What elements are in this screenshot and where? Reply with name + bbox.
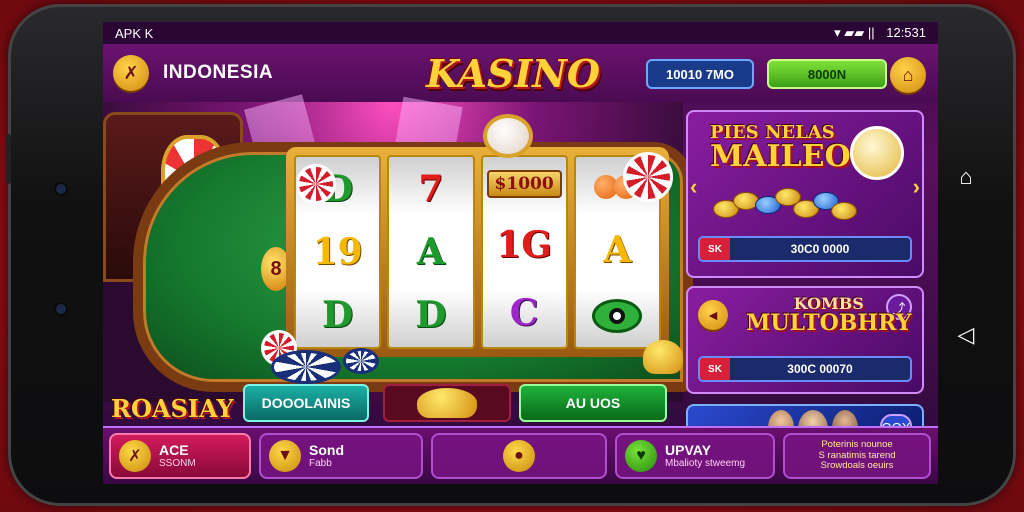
status-bar: APK K ▾ ▰▰ || 12:531 xyxy=(103,22,938,44)
promo-amount: 30C0 0000 xyxy=(790,242,850,256)
reel-symbol: 7 xyxy=(418,167,444,210)
download-button[interactable]: DOOOLAINIS xyxy=(243,384,369,422)
game-screen: APK K ▾ ▰▰ || 12:531 ✗ INDONESIA KASINO … xyxy=(103,22,938,484)
status-carrier: APK K xyxy=(115,25,154,41)
nav-upvay-title: UPVAY xyxy=(665,441,711,458)
nav-sond-title: Sond xyxy=(309,441,344,458)
android-home-icon[interactable]: ⌂ xyxy=(948,164,984,190)
region-label: INDONESIA xyxy=(163,62,274,83)
signal-icon: ▾ ▰▰ || xyxy=(834,25,875,40)
reel-symbol: D xyxy=(415,294,447,337)
gold-pot-icon xyxy=(643,340,683,374)
chevron-left-icon[interactable]: ‹ xyxy=(690,174,697,200)
reel-symbol: 19 xyxy=(312,230,363,273)
promo2-amount-bar[interactable]: SK 300C 00070 xyxy=(698,356,912,382)
reel-symbol: C xyxy=(509,292,539,334)
mascot-icon xyxy=(483,114,533,158)
heart-icon: ♥ xyxy=(625,440,657,472)
nav-upvay-sub: Mbalioty stweemg xyxy=(665,458,746,470)
nav-upvay[interactable]: ♥ UPVAY Mbalioty stweemg xyxy=(615,433,775,479)
bonus-button[interactable]: 8000N xyxy=(767,59,887,89)
back-arrow-icon[interactable]: ✗ xyxy=(113,55,149,91)
ad-button[interactable]: AU UOS xyxy=(519,384,667,422)
eye-symbol-icon xyxy=(592,299,643,333)
top-header: ✗ INDONESIA KASINO 10010 7MO 8000N ⌂ xyxy=(103,44,938,102)
bottom-nav: ✗ ACE SSONM ▼ Sond Fabb ● ♥ UPVAY Mbalio… xyxy=(103,426,938,484)
phone-frame: ⌂ ◁ APK K ▾ ▰▰ || 12:531 ✗ INDONESIA KAS… xyxy=(6,4,1016,506)
mid-row: ROASIAY DOOOLAINIS AU UOS xyxy=(103,382,683,427)
person-icon: ● xyxy=(503,440,535,472)
roasiay-logo: ROASIAY xyxy=(111,394,234,423)
promo-tag: SK xyxy=(700,238,730,260)
chip-stack-icon xyxy=(271,350,341,384)
poker-chip-icon xyxy=(296,164,336,204)
nav-ace-title: ACE xyxy=(159,441,189,458)
poker-chip-icon xyxy=(623,152,673,202)
promo2-title-line2: MULTOBHRY xyxy=(746,310,912,336)
balance-display[interactable]: 10010 7MO xyxy=(646,59,754,89)
status-time: 12:531 xyxy=(886,25,926,40)
nav-news[interactable]: Poterinis nounoe S ranatimis tarend Srow… xyxy=(783,433,931,479)
status-indicators: ▾ ▰▰ || 12:531 xyxy=(834,25,926,41)
gold-pot-button[interactable] xyxy=(383,384,511,422)
reel-2: 7 A D xyxy=(387,155,475,349)
gold-pot-icon xyxy=(417,388,477,418)
promo2-tag: SK xyxy=(700,358,730,380)
chevron-right-icon[interactable]: › xyxy=(913,174,920,200)
nav-ace-sub: SSONM xyxy=(159,458,196,470)
nav-sond[interactable]: ▼ Sond Fabb xyxy=(259,433,423,479)
bag-icon: ▼ xyxy=(269,440,301,472)
nav-profile[interactable]: ● xyxy=(431,433,607,479)
reel-symbol: A xyxy=(416,230,445,273)
sensor xyxy=(56,304,66,314)
reel-symbol: A xyxy=(603,229,632,271)
slot-reels[interactable]: D 19 D 7 A D $1000 1G C A xyxy=(286,147,669,357)
promo-card-maileos[interactable]: PIES NELAS MAILEOS ‹ › SK 30C0 0000 xyxy=(686,110,924,278)
reel-symbol: 1G xyxy=(496,224,553,266)
promo-card-multobhry[interactable]: ◄ ⤴ KOMBS MULTOBHRY SK 300C 00070 xyxy=(686,286,924,394)
reel-3: $1000 1G C xyxy=(480,155,568,349)
front-camera xyxy=(56,184,66,194)
chip-stack-icon xyxy=(343,348,379,374)
volume-button xyxy=(6,134,11,184)
kasino-logo: KASINO xyxy=(425,50,601,96)
promo-amount-bar[interactable]: SK 30C0 0000 xyxy=(698,236,912,262)
android-back-icon[interactable]: ◁ xyxy=(948,322,984,348)
promo2-amount: 300C 00070 xyxy=(787,362,853,376)
sword-icon: ✗ xyxy=(119,440,151,472)
megaphone-icon: ◄ xyxy=(698,300,728,330)
nav-news-text: Poterinis nounoe S ranatimis tarend Srow… xyxy=(818,438,896,472)
nav-sond-sub: Fabb xyxy=(309,458,332,470)
gift-icon[interactable]: ⌂ xyxy=(890,57,926,93)
jackpot-badge: $1000 xyxy=(486,170,562,198)
reel-symbol: D xyxy=(322,294,354,337)
promo-title-line2: MAILEOS xyxy=(710,139,873,174)
slot-stage: 8 D 19 D 7 A D $1000 1G C A xyxy=(103,94,693,402)
mascot-icon xyxy=(850,126,904,180)
nav-ace[interactable]: ✗ ACE SSONM xyxy=(109,433,251,479)
coins-pile-icon xyxy=(713,182,857,222)
